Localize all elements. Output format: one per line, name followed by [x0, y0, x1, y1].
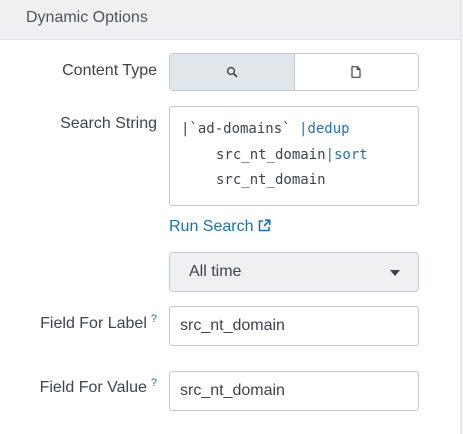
run-search-label: Run Search	[169, 218, 254, 235]
field-for-value-label: Field For Value?	[39, 377, 157, 397]
field-for-value-text: Field For Value	[39, 379, 147, 396]
help-icon[interactable]: ?	[151, 313, 157, 325]
content-type-static-button[interactable]	[294, 54, 418, 90]
content-type-label: Content Type	[62, 62, 157, 79]
time-range-dropdown[interactable]: All time	[169, 252, 419, 292]
panel-header: Dynamic Options	[0, 0, 460, 40]
code-text: |`ad-domains`	[181, 121, 300, 137]
field-for-label-input[interactable]	[169, 306, 419, 346]
field-for-label-text: Field For Label	[40, 315, 147, 332]
code-line: src_nt_domain|sort	[216, 147, 368, 163]
code-line: |`ad-domains` |dedup	[181, 121, 350, 137]
panel-title: Dynamic Options	[26, 9, 148, 26]
code-keyword: |sort	[325, 147, 368, 163]
external-link-icon	[258, 219, 271, 232]
search-string-editor[interactable]: |`ad-domains` |dedup src_nt_domain|sort …	[169, 106, 419, 206]
content-type-search-button[interactable]	[170, 54, 295, 90]
code-keyword: |dedup	[299, 121, 350, 137]
document-icon	[351, 66, 361, 78]
search-icon	[226, 66, 238, 78]
time-range-value: All time	[189, 263, 242, 280]
content-type-toggle	[169, 53, 419, 91]
chevron-down-icon	[390, 270, 400, 276]
code-text: src_nt_domain	[216, 147, 326, 163]
field-for-value-input[interactable]	[169, 371, 419, 411]
code-line: src_nt_domain	[216, 172, 326, 188]
code-text: src_nt_domain	[216, 172, 326, 188]
help-icon[interactable]: ?	[151, 377, 157, 389]
search-string-label: Search String	[60, 115, 157, 132]
run-search-link[interactable]: Run Search	[169, 218, 271, 236]
field-for-label-label: Field For Label?	[40, 313, 157, 333]
